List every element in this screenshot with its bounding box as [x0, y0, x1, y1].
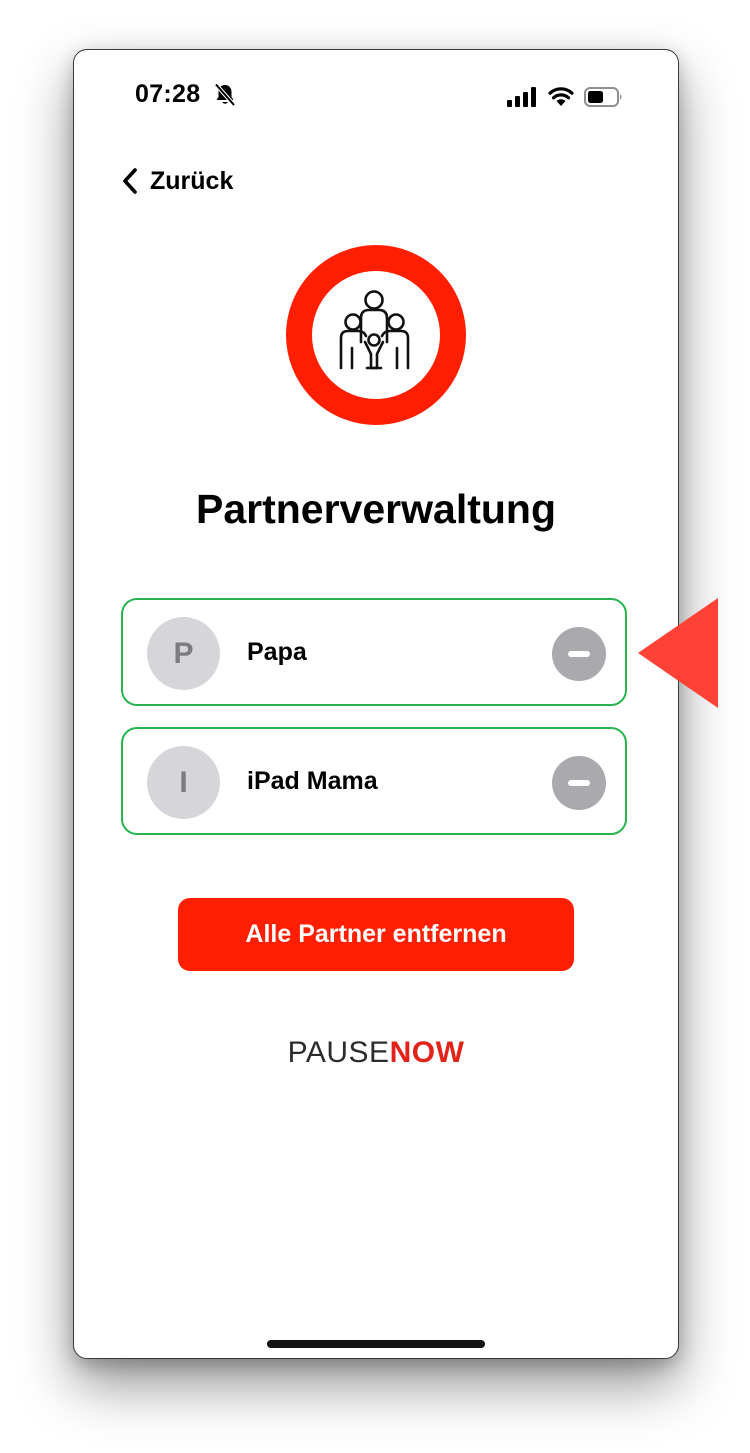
family-icon: [286, 245, 466, 425]
back-label: Zurück: [150, 166, 234, 195]
brand-logo-part-2: NOW: [389, 1036, 465, 1069]
bell-slash-icon: [214, 83, 236, 107]
cellular-signal-icon: [507, 87, 536, 107]
brand-logo: PAUSENOW: [74, 1035, 678, 1071]
back-button[interactable]: Zurück: [122, 164, 233, 198]
status-bar: 07:28: [74, 50, 678, 146]
minus-icon: [568, 651, 590, 657]
avatar: P: [147, 617, 220, 690]
partner-card-ipad-mama: I iPad Mama: [121, 727, 627, 835]
battery-icon: [584, 87, 622, 107]
chevron-left-icon: [123, 168, 137, 194]
avatar: I: [147, 746, 220, 819]
wifi-icon: [548, 87, 574, 106]
remove-all-partners-button[interactable]: Alle Partner entfernen: [178, 898, 574, 971]
page-title: Partnerverwaltung: [196, 486, 556, 532]
partner-card-papa: P Papa: [121, 598, 627, 706]
remove-partner-button[interactable]: [552, 756, 606, 810]
screenshot-stage: 07:28 Zurück Partnerverwaltung P Papa I …: [0, 0, 750, 1453]
home-indicator[interactable]: [267, 1340, 485, 1348]
minus-icon: [568, 780, 590, 786]
partner-name: iPad Mama: [247, 766, 378, 795]
partner-name: Papa: [247, 637, 307, 666]
status-time: 07:28: [135, 80, 201, 108]
remove-partner-button[interactable]: [552, 627, 606, 681]
brand-logo-part-1: PAUSE: [287, 1036, 390, 1069]
phone-screen: 07:28 Zurück Partnerverwaltung P Papa I …: [73, 49, 679, 1359]
pointer-arrow-icon: [638, 598, 718, 708]
